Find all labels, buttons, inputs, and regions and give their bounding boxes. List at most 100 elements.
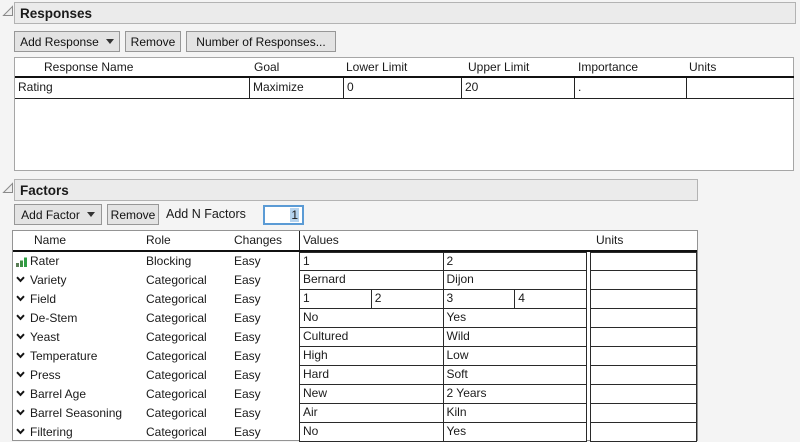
factor-name[interactable]: Barrel Seasoning xyxy=(30,404,122,423)
factor-name[interactable]: Rater xyxy=(30,252,59,271)
factor-changes[interactable]: Easy xyxy=(234,271,261,290)
factor-row: Variety Categorical Easy Bernard Dijon xyxy=(13,271,697,290)
responses-col-goal: Goal xyxy=(254,60,280,74)
factor-value-cell[interactable]: 3 xyxy=(442,290,516,309)
responses-title: Responses xyxy=(20,5,93,21)
factor-value-cell[interactable]: Bernard xyxy=(299,271,444,290)
response-units-cell[interactable] xyxy=(686,78,794,98)
factor-values: No Yes xyxy=(299,423,587,442)
factor-value-cell[interactable]: 4 xyxy=(514,290,587,309)
factor-units-cell[interactable] xyxy=(590,252,697,271)
factor-value-cell[interactable]: No xyxy=(299,423,444,442)
response-goal-cell[interactable]: Maximize xyxy=(249,78,343,98)
factor-value-cell[interactable]: 2 Years xyxy=(442,385,587,404)
response-name-cell[interactable]: Rating xyxy=(15,78,249,98)
factor-changes[interactable]: Easy xyxy=(234,309,261,328)
chevron-down-icon[interactable] xyxy=(15,312,28,325)
factor-value-cell[interactable]: High xyxy=(299,347,444,366)
factor-name[interactable]: Temperature xyxy=(30,347,97,366)
factor-name[interactable]: Variety xyxy=(30,271,66,290)
factor-value-cell[interactable]: No xyxy=(299,309,444,328)
factor-value-cell[interactable]: Hard xyxy=(299,366,444,385)
factor-name[interactable]: Press xyxy=(30,366,61,385)
responses-collapse-triangle-icon[interactable] xyxy=(2,5,14,17)
factor-value-cell[interactable]: Wild xyxy=(442,328,587,347)
factor-name[interactable]: Yeast xyxy=(30,328,60,347)
factor-changes[interactable]: Easy xyxy=(234,347,261,366)
factors-table: Name Role Changes Values Units Rater Bloc… xyxy=(12,230,698,442)
factor-role[interactable]: Categorical xyxy=(146,290,207,309)
factor-value-cell[interactable]: 2 xyxy=(370,290,444,309)
factors-col-changes: Changes xyxy=(234,233,283,247)
factor-units-cell[interactable] xyxy=(590,328,697,347)
factor-row: Rater Blocking Easy 1 2 xyxy=(13,252,697,271)
factor-value-cell[interactable]: Yes xyxy=(442,309,587,328)
factor-changes[interactable]: Easy xyxy=(234,290,261,309)
factor-role[interactable]: Categorical xyxy=(146,385,207,404)
factor-units-cell[interactable] xyxy=(590,366,697,385)
factor-name[interactable]: Field xyxy=(30,290,56,309)
factor-units-cell[interactable] xyxy=(590,309,697,328)
add-n-factors-input[interactable]: 1 xyxy=(263,205,304,225)
factor-value-cell[interactable]: Air xyxy=(299,404,444,423)
factors-collapse-triangle-icon[interactable] xyxy=(2,182,14,194)
response-upper-cell[interactable]: 20 xyxy=(461,78,574,98)
responses-col-lower: Lower Limit xyxy=(346,60,408,74)
factor-units-cell[interactable] xyxy=(590,271,697,290)
values-column-divider xyxy=(299,231,300,250)
factor-value-cell[interactable]: New xyxy=(299,385,444,404)
factor-name[interactable]: Filtering xyxy=(30,423,73,442)
dropdown-caret-icon xyxy=(86,212,95,217)
factor-row: Barrel Seasoning Categorical Easy Air Kiln xyxy=(13,404,697,423)
chevron-down-icon[interactable] xyxy=(15,369,28,382)
factor-role[interactable]: Categorical xyxy=(146,404,207,423)
number-of-responses-button[interactable]: Number of Responses... xyxy=(186,31,336,52)
factors-panel-header[interactable]: Factors xyxy=(14,179,698,201)
add-factor-button[interactable]: Add Factor xyxy=(14,204,102,225)
chevron-down-icon[interactable] xyxy=(15,388,28,401)
factor-role[interactable]: Categorical xyxy=(146,309,207,328)
factor-value-cell[interactable]: Yes xyxy=(442,423,587,442)
factor-name[interactable]: Barrel Age xyxy=(30,385,86,404)
chevron-down-icon[interactable] xyxy=(15,426,28,439)
factor-role[interactable]: Categorical xyxy=(146,366,207,385)
remove-response-button[interactable]: Remove xyxy=(125,31,181,52)
factor-changes[interactable]: Easy xyxy=(234,328,261,347)
chevron-down-icon[interactable] xyxy=(15,350,28,363)
factor-role[interactable]: Blocking xyxy=(146,252,191,271)
chevron-down-icon[interactable] xyxy=(15,274,28,287)
response-importance-cell[interactable]: . xyxy=(574,78,686,98)
factor-value-cell[interactable]: Cultured xyxy=(299,328,444,347)
add-response-button[interactable]: Add Response xyxy=(14,31,120,52)
factor-value-cell[interactable]: 1 xyxy=(299,290,372,309)
factor-values: Bernard Dijon xyxy=(299,271,587,290)
factor-value-cell[interactable]: 1 xyxy=(299,252,444,271)
factor-role[interactable]: Categorical xyxy=(146,271,207,290)
factor-value-cell[interactable]: Kiln xyxy=(442,404,587,423)
remove-factor-button[interactable]: Remove xyxy=(107,204,159,225)
responses-panel-header[interactable]: Responses xyxy=(14,2,796,24)
factor-value-cell[interactable]: Low xyxy=(442,347,587,366)
factor-role[interactable]: Categorical xyxy=(146,347,207,366)
factor-value-cell[interactable]: Soft xyxy=(442,366,587,385)
factor-changes[interactable]: Easy xyxy=(234,404,261,423)
factor-role[interactable]: Categorical xyxy=(146,423,207,442)
chevron-down-icon[interactable] xyxy=(15,331,28,344)
factor-value-cell[interactable]: 2 xyxy=(442,252,587,271)
chevron-down-icon[interactable] xyxy=(15,293,28,306)
factor-changes[interactable]: Easy xyxy=(234,252,261,271)
factor-changes[interactable]: Easy xyxy=(234,423,261,442)
factors-col-units: Units xyxy=(596,233,624,247)
factor-units-cell[interactable] xyxy=(590,385,697,404)
factor-changes[interactable]: Easy xyxy=(234,385,261,404)
factor-changes[interactable]: Easy xyxy=(234,366,261,385)
factor-units-cell[interactable] xyxy=(590,404,697,423)
response-lower-cell[interactable]: 0 xyxy=(343,78,461,98)
factor-value-cell[interactable]: Dijon xyxy=(442,271,587,290)
factor-role[interactable]: Categorical xyxy=(146,328,207,347)
factor-units-cell[interactable] xyxy=(590,347,697,366)
chevron-down-icon[interactable] xyxy=(15,407,28,420)
factor-name[interactable]: De-Stem xyxy=(30,309,77,328)
factor-units-cell[interactable] xyxy=(590,423,697,442)
factor-units-cell[interactable] xyxy=(590,290,697,309)
